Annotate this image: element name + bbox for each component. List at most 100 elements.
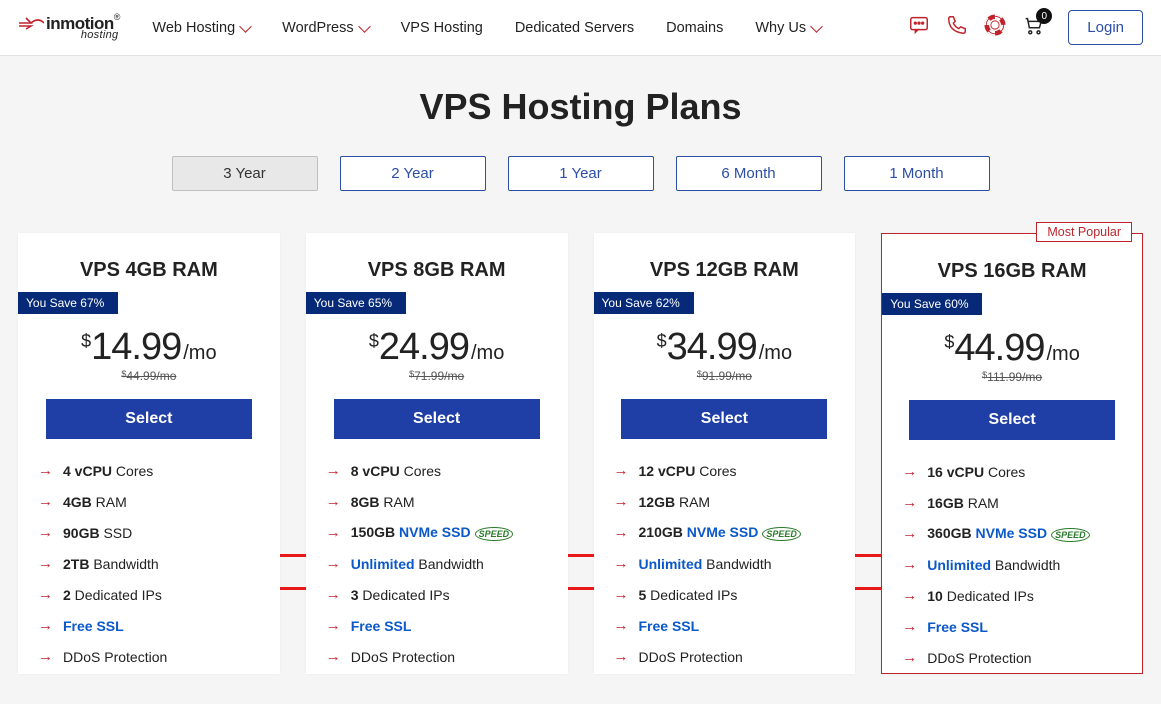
savings-badge: You Save 65% [306, 292, 406, 314]
arrow-icon: → [38, 648, 53, 665]
arrow-icon: → [326, 648, 341, 665]
price: $34.99/mo [594, 326, 856, 369]
speed-icon: SPEED [1051, 528, 1090, 542]
price: $24.99/mo [306, 326, 568, 369]
feature-item: →12 vCPU Cores [614, 455, 836, 486]
term-tabs: 3 Year 2 Year 1 Year 6 Month 1 Month [18, 156, 1143, 191]
select-button[interactable]: Select [621, 399, 827, 439]
arrow-icon: → [38, 524, 53, 541]
cart-button[interactable]: 0 [1022, 14, 1044, 41]
plan-name: VPS 8GB RAM [306, 259, 568, 282]
nav-domains[interactable]: Domains [656, 14, 733, 42]
feature-list: →16 vCPU Cores→16GB RAM→360GB NVMe SSDSP… [882, 456, 1142, 673]
nav-dedicated-servers[interactable]: Dedicated Servers [505, 14, 644, 42]
arrow-icon: → [326, 617, 341, 634]
arrow-icon: → [614, 524, 629, 541]
feature-item: →Free SSL [326, 610, 548, 641]
feature-item: →210GB NVMe SSDSPEED [614, 517, 836, 548]
logo-tagline: hosting [18, 30, 118, 41]
arrow-icon: → [326, 462, 341, 479]
plan-card: VPS 4GB RAMYou Save 67%$14.99/mo$44.99/m… [18, 233, 280, 674]
plan-card: VPS 12GB RAMYou Save 62%$34.99/mo$91.99/… [594, 233, 856, 674]
arrow-icon: → [614, 617, 629, 634]
arrow-icon: → [326, 524, 341, 541]
arrow-icon: → [902, 556, 917, 573]
savings-badge: You Save 67% [18, 292, 118, 314]
feature-list: →12 vCPU Cores→12GB RAM→210GB NVMe SSDSP… [594, 455, 856, 672]
arrow-icon: → [614, 493, 629, 510]
arrow-icon: → [38, 462, 53, 479]
arrow-icon: → [326, 493, 341, 510]
chevron-down-icon [810, 20, 823, 33]
plan-name: VPS 4GB RAM [18, 259, 280, 282]
feature-item: →DDoS Protection [902, 642, 1122, 673]
feature-item: →DDoS Protection [614, 641, 836, 672]
plan-name: VPS 16GB RAM [882, 260, 1142, 283]
header-actions: 0 Login [908, 10, 1143, 45]
arrow-icon: → [38, 555, 53, 572]
feature-item: →4 vCPU Cores [38, 455, 260, 486]
old-price: $44.99/mo [18, 369, 280, 383]
plan-grid: VPS 4GB RAMYou Save 67%$14.99/mo$44.99/m… [18, 233, 1143, 674]
speed-icon: SPEED [762, 527, 801, 541]
select-button[interactable]: Select [46, 399, 252, 439]
chevron-down-icon [239, 20, 252, 33]
feature-item: →Unlimited Bandwidth [902, 549, 1122, 580]
feature-item: →5 Dedicated IPs [614, 579, 836, 610]
feature-item: →Unlimited Bandwidth [326, 548, 548, 579]
feature-item: →360GB NVMe SSDSPEED [902, 518, 1122, 549]
feature-item: →2TB Bandwidth [38, 548, 260, 579]
old-price: $91.99/mo [594, 369, 856, 383]
feature-item: →Free SSL [38, 610, 260, 641]
arrow-icon: → [614, 648, 629, 665]
arrow-icon: → [902, 463, 917, 480]
feature-item: →DDoS Protection [326, 641, 548, 672]
feature-item: →12GB RAM [614, 486, 836, 517]
chat-icon[interactable] [908, 14, 930, 41]
old-price: $71.99/mo [306, 369, 568, 383]
plan-card: VPS 8GB RAM You Save 65% $24.99/mo$71.99/m… [306, 233, 568, 674]
feature-item: →8 vCPU Cores [326, 455, 548, 486]
feature-item: →DDoS Protection [38, 641, 260, 672]
arrow-icon: → [614, 555, 629, 572]
feature-item: →3 Dedicated IPs [326, 579, 548, 610]
term-tab-1-year[interactable]: 1 Year [508, 156, 654, 191]
nav-wordpress[interactable]: WordPress [272, 14, 378, 42]
select-button[interactable]: Select [334, 399, 540, 439]
main-header: inmotion® hosting Web Hosting WordPress VP… [0, 0, 1161, 56]
page-title: VPS Hosting Plans [18, 86, 1143, 128]
term-tab-2-year[interactable]: 2 Year [340, 156, 486, 191]
old-price: $111.99/mo [882, 370, 1142, 384]
term-tab-1-month[interactable]: 1 Month [844, 156, 990, 191]
arrow-icon: → [902, 525, 917, 542]
popular-badge: Most Popular [1036, 222, 1132, 242]
arrow-icon: → [326, 555, 341, 572]
term-tab-6-month[interactable]: 6 Month [676, 156, 822, 191]
arrow-icon: → [38, 493, 53, 510]
feature-list: →8 vCPU Cores→8GB RAM→150GB NVMe SSDSPEE… [306, 455, 568, 672]
phone-icon[interactable] [946, 14, 968, 41]
nav-why-us[interactable]: Why Us [745, 14, 831, 42]
arrow-icon: → [614, 586, 629, 603]
feature-list: →4 vCPU Cores→4GB RAM→90GB SSD→2TB Bandw… [18, 455, 280, 672]
brand-logo[interactable]: inmotion® hosting [18, 15, 120, 41]
feature-item: →Free SSL [614, 610, 836, 641]
feature-item: →16GB RAM [902, 487, 1122, 518]
select-button[interactable]: Select [909, 400, 1115, 440]
feature-item: →10 Dedicated IPs [902, 580, 1122, 611]
logo-swoosh-icon [18, 16, 44, 30]
speed-icon: SPEED [475, 527, 514, 541]
support-icon[interactable] [984, 14, 1006, 41]
nav-vps-hosting[interactable]: VPS Hosting [391, 14, 493, 42]
arrow-icon: → [902, 587, 917, 604]
feature-item: →Unlimited Bandwidth [614, 548, 836, 579]
login-button[interactable]: Login [1068, 10, 1143, 45]
savings-badge: You Save 60% [882, 293, 982, 315]
nav-web-hosting[interactable]: Web Hosting [142, 14, 260, 42]
term-tab-3-year[interactable]: 3 Year [172, 156, 318, 191]
feature-item: →8GB RAM [326, 486, 548, 517]
feature-item: →4GB RAM [38, 486, 260, 517]
arrow-icon: → [38, 586, 53, 603]
arrow-icon: → [902, 494, 917, 511]
chevron-down-icon [358, 20, 371, 33]
